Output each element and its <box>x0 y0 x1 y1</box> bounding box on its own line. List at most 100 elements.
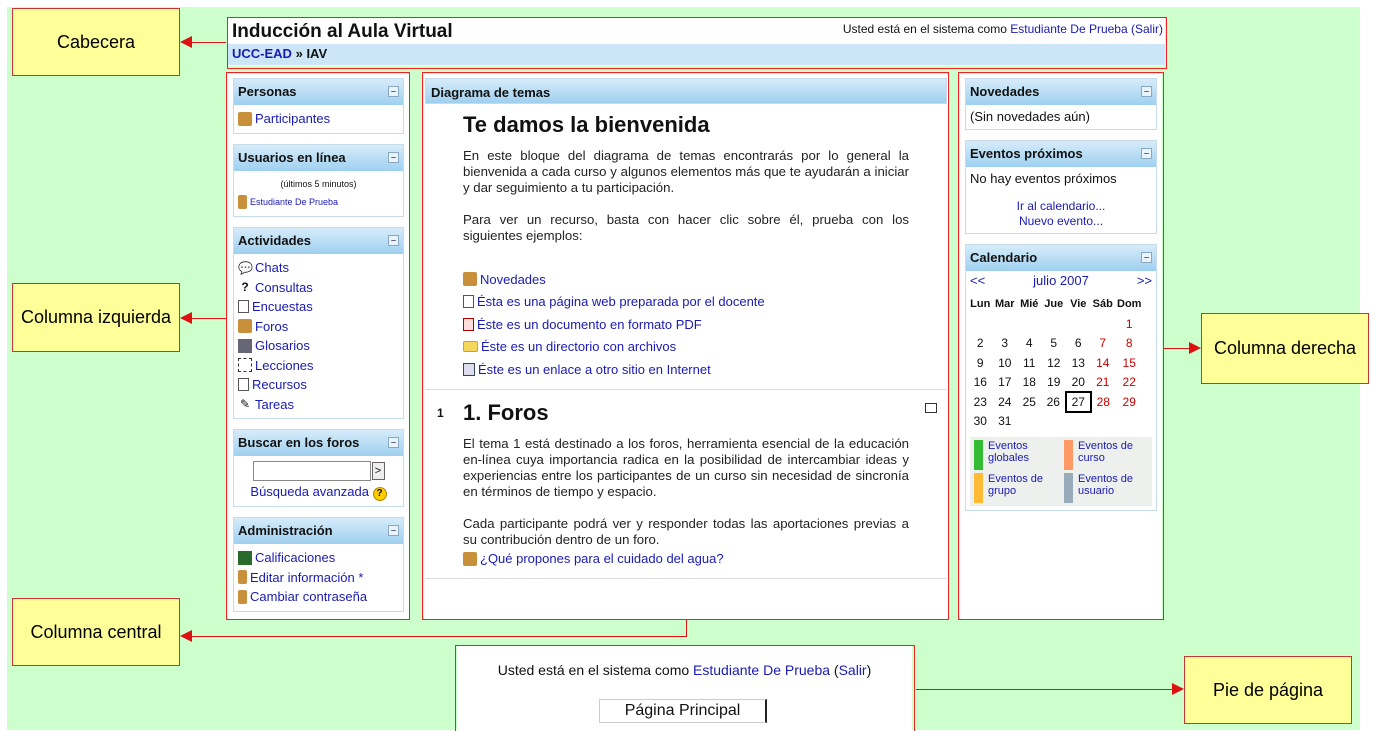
block-admin-title: Administración <box>238 523 333 538</box>
calendar-day[interactable]: 4 <box>1017 334 1042 354</box>
activity-recursos[interactable]: Recursos <box>238 375 399 395</box>
highlight-topic-toggle[interactable] <box>925 402 937 413</box>
calendar-day[interactable]: 6 <box>1066 334 1091 354</box>
legend-item[interactable]: Eventos globales <box>974 440 1058 470</box>
forum-search-go-button[interactable]: > <box>371 462 385 480</box>
calendar-day[interactable]: 18 <box>1017 373 1042 393</box>
calendar-day[interactable]: 1 <box>1115 314 1143 334</box>
resource-link[interactable]: Éste es un enlace a otro sitio en Intern… <box>463 358 909 381</box>
advanced-search-link[interactable]: Búsqueda avanzada <box>250 484 369 499</box>
legend-item[interactable]: Eventos de grupo <box>974 473 1058 503</box>
block-personas-header: Personas – <box>234 79 403 105</box>
page-icon <box>463 295 474 309</box>
activity-foros[interactable]: Foros <box>238 317 399 337</box>
calendar-day[interactable]: 13 <box>1066 353 1091 373</box>
legend-item[interactable]: Eventos de curso <box>1064 440 1148 470</box>
calendar-day[interactable]: 11 <box>1017 353 1042 373</box>
calendar-day[interactable]: 15 <box>1115 353 1143 373</box>
calendar-day[interactable]: 21 <box>1091 373 1116 393</box>
help-icon[interactable]: ? <box>372 487 387 501</box>
footer-user-link[interactable]: Estudiante De Prueba <box>693 662 830 678</box>
calendar-day[interactable]: 8 <box>1115 334 1143 354</box>
calendar-day[interactable]: 27 <box>1065 391 1092 413</box>
breadcrumb-course: IAV <box>306 46 328 61</box>
activity-glosarios[interactable]: Glosarios <box>238 336 399 356</box>
calendar-day[interactable]: 31 <box>993 412 1018 432</box>
calendar-prev-month[interactable]: << <box>970 273 985 288</box>
topic-paragraph-2: Cada participante podrá ver y responder … <box>463 515 909 547</box>
activity-tareas[interactable]: ✎ Tareas <box>238 395 399 415</box>
arrow-right-column <box>1164 348 1189 349</box>
home-page-button[interactable]: Página Principal <box>599 699 767 723</box>
arrow-center-column-head <box>180 630 192 642</box>
collapse-icon[interactable]: – <box>388 525 399 536</box>
calendar-day[interactable]: 25 <box>1017 392 1042 412</box>
resource-icon <box>238 378 249 392</box>
calendar-day[interactable]: 9 <box>968 353 993 373</box>
admin-grades-link[interactable]: Calificaciones <box>238 548 399 568</box>
calendar-day[interactable]: 26 <box>1042 392 1067 412</box>
resource-pdf[interactable]: Éste es un documento en formato PDF <box>463 313 909 336</box>
resource-webpage[interactable]: Ésta es una página web preparada por el … <box>463 291 909 314</box>
welcome-heading: Te damos la bienvenida <box>463 112 710 137</box>
header-logout-link[interactable]: (Salir) <box>1131 22 1163 36</box>
collapse-icon[interactable]: – <box>388 235 399 246</box>
calendar-day[interactable]: 3 <box>993 334 1018 354</box>
header-user-link[interactable]: Estudiante De Prueba <box>1010 22 1127 36</box>
activity-consultas[interactable]: ? Consultas <box>238 278 399 298</box>
resource-label: Éste es un directorio con archivos <box>481 339 677 355</box>
calendar-day-header: Sáb <box>1092 298 1113 310</box>
activity-lecciones[interactable]: Lecciones <box>238 356 399 376</box>
calendar-day[interactable]: 14 <box>1091 353 1116 373</box>
calendar-next-month[interactable]: >> <box>1137 273 1152 288</box>
calendar-day[interactable]: 10 <box>993 353 1018 373</box>
activity-chats[interactable]: 💬 Chats <box>238 258 399 278</box>
legend-item[interactable]: Eventos de usuario <box>1064 473 1148 503</box>
collapse-icon[interactable]: – <box>1141 252 1152 263</box>
collapse-icon[interactable]: – <box>1141 148 1152 159</box>
collapse-icon[interactable]: – <box>388 86 399 97</box>
collapse-icon[interactable]: – <box>1141 86 1152 97</box>
block-activities: Actividades – 💬 Chats ? Consultas Encuestas… <box>233 227 404 419</box>
calendar-day[interactable]: 5 <box>1042 334 1067 354</box>
calendar-day[interactable]: 29 <box>1115 392 1143 412</box>
calendar-empty-cell <box>993 314 1018 334</box>
block-online-title: Usuarios en línea <box>238 149 346 165</box>
forum-icon <box>463 272 477 287</box>
calendar-day[interactable]: 30 <box>968 412 993 432</box>
calendar-day[interactable]: 17 <box>993 373 1018 393</box>
calendar-day[interactable]: 19 <box>1042 373 1067 393</box>
resource-directory[interactable]: Éste es un directorio con archivos <box>463 336 909 359</box>
forum-water-link[interactable]: ¿Qué propones para el cuidado del agua? <box>463 548 909 571</box>
calendar-day[interactable]: 7 <box>1091 334 1116 354</box>
activity-encuestas[interactable]: Encuestas <box>238 297 399 317</box>
footer-logout-link[interactable]: Salir <box>839 662 867 678</box>
go-to-calendar-link[interactable]: Ir al calendario... <box>970 199 1152 214</box>
calendar-day[interactable]: 24 <box>993 392 1018 412</box>
participants-link[interactable]: Participantes <box>238 109 399 129</box>
calendar-day[interactable]: 16 <box>968 373 993 393</box>
activity-label: Chats <box>255 260 289 276</box>
new-event-link[interactable]: Nuevo evento... <box>970 214 1152 229</box>
calendar-day[interactable]: 12 <box>1042 353 1067 373</box>
calendar-day[interactable]: 28 <box>1091 392 1116 412</box>
legend-swatch <box>1064 440 1073 470</box>
breadcrumb-home[interactable]: UCC-EAD <box>232 46 292 61</box>
breadcrumb-separator: » <box>295 46 303 61</box>
calendar-day[interactable]: 2 <box>968 334 993 354</box>
collapse-icon[interactable]: – <box>388 437 399 448</box>
admin-edit-profile-link[interactable]: Editar información * <box>238 568 399 588</box>
activity-label: Lecciones <box>255 357 314 373</box>
resource-news[interactable]: Novedades <box>463 268 909 291</box>
key-icon <box>238 589 247 604</box>
collapse-icon[interactable]: – <box>388 151 399 163</box>
online-user-link[interactable]: Estudiante De Prueba <box>238 193 399 213</box>
block-personas-title: Personas <box>238 84 297 99</box>
calendar-month-title[interactable]: julio 2007 <box>1033 273 1089 288</box>
calendar-day[interactable]: 23 <box>968 392 993 412</box>
admin-change-password-link[interactable]: Cambiar contraseña <box>238 587 399 607</box>
forum-search-input[interactable] <box>252 461 371 481</box>
calendar-day[interactable]: 22 <box>1115 373 1143 393</box>
calendar-day[interactable]: 20 <box>1066 373 1091 393</box>
calendar-empty-cell <box>1115 412 1143 432</box>
